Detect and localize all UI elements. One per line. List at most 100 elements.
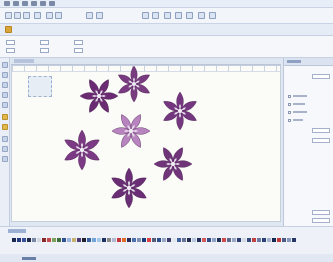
prop-check-4[interactable] <box>288 118 303 122</box>
color-swatch[interactable] <box>202 238 206 242</box>
menu-file[interactable] <box>4 1 10 6</box>
color-swatch[interactable] <box>177 238 181 242</box>
color-swatch[interactable] <box>87 238 91 242</box>
color-swatch[interactable] <box>82 238 86 242</box>
prop-check-2[interactable] <box>288 102 305 106</box>
color-swatch[interactable] <box>27 238 31 242</box>
menu-view[interactable] <box>22 1 28 6</box>
color-swatch[interactable] <box>97 238 101 242</box>
color-swatch[interactable] <box>232 238 236 242</box>
curve-tool-icon[interactable] <box>2 146 8 152</box>
text-tool-icon[interactable] <box>2 102 8 108</box>
flower-top[interactable] <box>116 66 152 103</box>
color-swatch[interactable] <box>102 238 106 242</box>
print-icon[interactable] <box>34 12 41 19</box>
undo-icon[interactable] <box>46 12 53 19</box>
prop-y[interactable] <box>40 48 49 53</box>
color-swatch[interactable] <box>52 238 56 242</box>
color-swatch[interactable] <box>142 238 146 242</box>
color-swatch[interactable] <box>107 238 111 242</box>
color-swatch[interactable] <box>12 238 16 242</box>
new-icon[interactable] <box>5 12 12 19</box>
rotate-icon[interactable] <box>175 12 182 19</box>
color-swatch[interactable] <box>67 238 71 242</box>
color-swatch[interactable] <box>92 238 96 242</box>
color-swatch[interactable] <box>287 238 291 242</box>
color-swatch[interactable] <box>192 238 196 242</box>
select-tool-icon[interactable] <box>2 62 8 68</box>
color-swatch[interactable] <box>172 238 176 242</box>
color-swatch[interactable] <box>147 238 151 242</box>
flower-bottom[interactable] <box>109 167 149 209</box>
color-swatch[interactable] <box>252 238 256 242</box>
prop-input-3[interactable] <box>312 138 330 143</box>
prop-check-3[interactable] <box>288 110 307 114</box>
color-swatch[interactable] <box>117 238 121 242</box>
color-swatch[interactable] <box>132 238 136 242</box>
wizard-icon[interactable] <box>5 26 12 33</box>
flower-design[interactable] <box>52 66 232 222</box>
mirror-icon[interactable] <box>186 12 193 19</box>
prop-input-2[interactable] <box>312 128 330 133</box>
color-swatch[interactable] <box>152 238 156 242</box>
color-swatch[interactable] <box>282 238 286 242</box>
prop-width[interactable] <box>6 40 15 45</box>
group-icon[interactable] <box>198 12 205 19</box>
align-icon[interactable] <box>164 12 171 19</box>
color-swatch[interactable] <box>167 238 171 242</box>
prop-x[interactable] <box>40 40 49 45</box>
flower-right[interactable] <box>153 145 193 183</box>
stitch-icon[interactable] <box>142 12 149 19</box>
flower-upper-right[interactable] <box>161 91 199 131</box>
ungroup-icon[interactable] <box>209 12 216 19</box>
prop-scale[interactable] <box>74 48 83 53</box>
prop-input-1[interactable] <box>312 74 330 79</box>
color-swatch[interactable] <box>207 238 211 242</box>
color-swatch[interactable] <box>37 238 41 242</box>
color-swatch[interactable] <box>257 238 261 242</box>
color-swatch[interactable] <box>17 238 21 242</box>
shape-tool-icon[interactable] <box>2 92 8 98</box>
color-swatch[interactable] <box>137 238 141 242</box>
color-swatch[interactable] <box>122 238 126 242</box>
color-swatch[interactable] <box>62 238 66 242</box>
color-swatch[interactable] <box>212 238 216 242</box>
menu-help[interactable] <box>49 1 55 6</box>
redo-icon[interactable] <box>55 12 62 19</box>
color-swatch[interactable] <box>57 238 61 242</box>
zoom-tool-icon[interactable] <box>2 82 8 88</box>
prop-check-1[interactable] <box>288 94 307 98</box>
prop-angle[interactable] <box>74 40 83 45</box>
prop-height[interactable] <box>6 48 15 53</box>
fill-tool-icon[interactable] <box>2 114 8 120</box>
line-tool-icon[interactable] <box>2 136 8 142</box>
prop-input-5[interactable] <box>312 218 330 223</box>
color-swatch[interactable] <box>237 238 241 242</box>
color-swatch[interactable] <box>112 238 116 242</box>
flower-upper-left[interactable] <box>79 77 119 115</box>
color-icon[interactable] <box>152 12 159 19</box>
color-swatch[interactable] <box>187 238 191 242</box>
measure-tool-icon[interactable] <box>2 156 8 162</box>
color-swatch[interactable] <box>22 238 26 242</box>
color-swatch[interactable] <box>157 238 161 242</box>
color-swatch[interactable] <box>162 238 166 242</box>
color-swatch[interactable] <box>127 238 131 242</box>
menu-design[interactable] <box>31 1 37 6</box>
open-icon[interactable] <box>14 12 21 19</box>
menu-tools[interactable] <box>40 1 46 6</box>
color-swatch[interactable] <box>247 238 251 242</box>
color-swatch[interactable] <box>197 238 201 242</box>
save-icon[interactable] <box>23 12 30 19</box>
prop-input-4[interactable] <box>312 210 330 215</box>
select-icon[interactable] <box>96 12 103 19</box>
color-swatch[interactable] <box>227 238 231 242</box>
color-swatch[interactable] <box>182 238 186 242</box>
color-swatch[interactable] <box>32 238 36 242</box>
stitch-tool-icon[interactable] <box>2 124 8 130</box>
zoom-icon[interactable] <box>86 12 93 19</box>
design-canvas[interactable] <box>11 65 281 222</box>
color-swatch[interactable] <box>217 238 221 242</box>
color-swatch[interactable] <box>272 238 276 242</box>
color-swatch[interactable] <box>222 238 226 242</box>
